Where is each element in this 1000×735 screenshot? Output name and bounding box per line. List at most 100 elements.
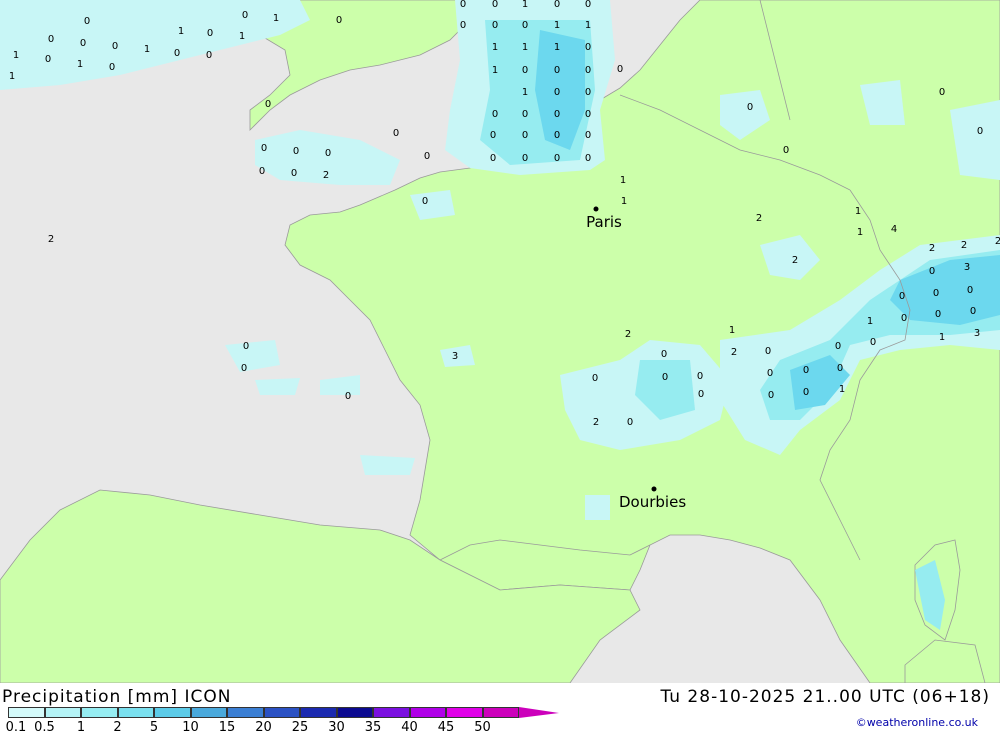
precip-value-label: 0 (585, 109, 591, 120)
precip-value-label: 0 (48, 34, 54, 45)
precip-value-label: 0 (661, 349, 667, 360)
city-label: Paris (586, 213, 622, 231)
precip-value-label: 0 (522, 153, 528, 164)
rain-biscay-4 (360, 455, 415, 475)
city-marker (593, 206, 599, 212)
precip-value-label: 1 (939, 332, 945, 343)
precip-value-label: 0 (899, 291, 905, 302)
legend-swatch (44, 707, 81, 718)
precip-value-label: 0 (929, 266, 935, 277)
precip-value-label: 1 (492, 42, 498, 53)
precip-value-label: 1 (178, 26, 184, 37)
precip-value-label: 0 (697, 371, 703, 382)
precip-value-label: 1 (273, 13, 279, 24)
precip-value-label: 0 (490, 130, 496, 141)
precip-value-label: 0 (422, 196, 428, 207)
precip-value-label: 0 (45, 54, 51, 65)
legend-arrow (519, 707, 559, 718)
precip-value-label: 4 (891, 224, 897, 235)
precip-value-label: 3 (974, 328, 980, 339)
precip-value-label: 0 (662, 372, 668, 383)
precip-value-label: 0 (460, 20, 466, 31)
precip-value-label: 1 (621, 196, 627, 207)
precip-value-label: 0 (765, 346, 771, 357)
rain-biscay-5 (585, 495, 610, 520)
precip-value-label: 1 (855, 206, 861, 217)
legend-swatch (409, 707, 446, 718)
legend-swatch (446, 707, 483, 718)
precip-value-label: 2 (929, 243, 935, 254)
precip-value-label: 0 (627, 417, 633, 428)
precip-value-label: 0 (698, 389, 704, 400)
precip-value-label: 1 (729, 325, 735, 336)
precip-value-label: 0 (837, 363, 843, 374)
legend-swatch (8, 707, 45, 718)
city-marker (651, 486, 657, 492)
precip-value-label: 0 (901, 313, 907, 324)
precip-value-label: 0 (265, 99, 271, 110)
precip-value-label: 1 (554, 42, 560, 53)
precip-value-label: 1 (585, 20, 591, 31)
legend-swatch (482, 707, 519, 718)
legend-swatch (373, 707, 410, 718)
precip-value-label: 0 (747, 102, 753, 113)
legend-swatch (263, 707, 300, 718)
precip-value-label: 1 (857, 227, 863, 238)
precip-value-label: 0 (585, 130, 591, 141)
precip-value-label: 0 (554, 153, 560, 164)
credit-link[interactable]: ©weatheronline.co.uk (856, 716, 978, 729)
precip-value-label: 0 (293, 146, 299, 157)
precip-value-label: 2 (731, 347, 737, 358)
precip-value-label: 1 (522, 42, 528, 53)
precip-value-label: 0 (492, 20, 498, 31)
precip-value-label: 0 (554, 87, 560, 98)
precip-value-label: 0 (84, 16, 90, 27)
precip-value-label: 0 (803, 387, 809, 398)
precip-value-label: 0 (522, 109, 528, 120)
precip-value-label: 0 (554, 0, 560, 10)
precip-value-label: 0 (291, 168, 297, 179)
city-label: Dourbies (619, 493, 686, 511)
precip-value-label: 0 (393, 128, 399, 139)
precip-value-label: 0 (585, 153, 591, 164)
precip-value-label: 0 (522, 20, 528, 31)
legend-swatch (300, 707, 337, 718)
precip-value-label: 1 (867, 316, 873, 327)
precip-value-label: 0 (492, 0, 498, 10)
precip-value-label: 2 (756, 213, 762, 224)
precip-value-label: 0 (492, 109, 498, 120)
precip-value-label: 0 (112, 41, 118, 52)
precip-value-label: 0 (592, 373, 598, 384)
precip-value-label: 2 (48, 234, 54, 245)
precip-value-label: 0 (243, 341, 249, 352)
precip-value-label: 0 (554, 65, 560, 76)
precip-value-label: 0 (241, 363, 247, 374)
precip-value-label: 0 (585, 42, 591, 53)
precip-value-label: 0 (424, 151, 430, 162)
precip-value-label: 0 (870, 337, 876, 348)
precip-value-label: 0 (554, 109, 560, 120)
precip-value-label: 0 (460, 0, 466, 10)
precip-value-label: 0 (767, 368, 773, 379)
precip-value-label: 0 (174, 48, 180, 59)
legend-swatch (154, 707, 191, 718)
precip-value-label: 1 (77, 59, 83, 70)
precip-value-label: 1 (522, 87, 528, 98)
precip-value-label: 2 (995, 236, 1000, 247)
precip-value-label: 0 (554, 130, 560, 141)
precip-value-label: 0 (585, 87, 591, 98)
precip-value-label: 3 (964, 262, 970, 273)
precip-value-label: 0 (522, 130, 528, 141)
precip-value-label: 0 (970, 306, 976, 317)
precip-value-label: 0 (768, 390, 774, 401)
precip-legend: 0.1 0.5 1 2 5 10 15 20 25 30 35 40 45 50 (6, 707, 559, 735)
precip-value-label: 0 (585, 0, 591, 10)
precip-value-label: 1 (839, 384, 845, 395)
precip-value-label: 0 (803, 365, 809, 376)
precip-value-label: 2 (593, 417, 599, 428)
legend-swatch (117, 707, 154, 718)
precip-value-label: 2 (792, 255, 798, 266)
precip-value-label: 0 (206, 50, 212, 61)
legend-swatch (190, 707, 227, 718)
precip-value-label: 2 (961, 240, 967, 251)
